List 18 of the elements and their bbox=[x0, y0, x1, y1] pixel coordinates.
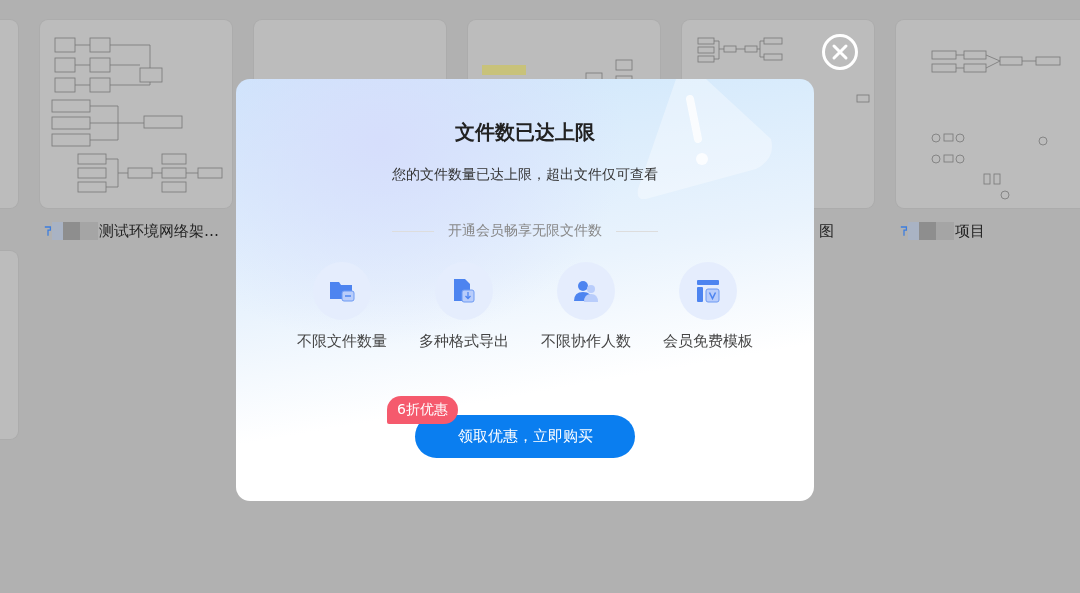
file-name[interactable]: 图 bbox=[819, 221, 834, 241]
file-name[interactable]: 项目 bbox=[955, 221, 985, 241]
file-name[interactable]: 测试环境网络架… bbox=[99, 221, 219, 241]
file-type-icon bbox=[44, 225, 52, 237]
file-card[interactable] bbox=[896, 20, 1080, 208]
buy-button[interactable]: 领取优惠，立即购买 bbox=[415, 415, 635, 458]
dialog-message: 您的文件数量已达上限，超出文件仅可查看 bbox=[392, 166, 658, 184]
feature-label: 会员免费模板 bbox=[663, 332, 753, 351]
discount-badge: 6折优惠 bbox=[387, 396, 458, 424]
feature-label: 不限文件数量 bbox=[297, 332, 387, 351]
close-button[interactable] bbox=[821, 33, 859, 71]
file-type-icon bbox=[900, 225, 908, 237]
section-heading: 开通会员畅享无限文件数 bbox=[448, 222, 602, 240]
dialog-title: 文件数已达上限 bbox=[455, 119, 595, 146]
template-icon bbox=[694, 277, 722, 305]
feature-label: 多种格式导出 bbox=[419, 332, 509, 351]
file-card[interactable] bbox=[40, 20, 232, 208]
feature-label: 不限协作人数 bbox=[541, 332, 631, 351]
